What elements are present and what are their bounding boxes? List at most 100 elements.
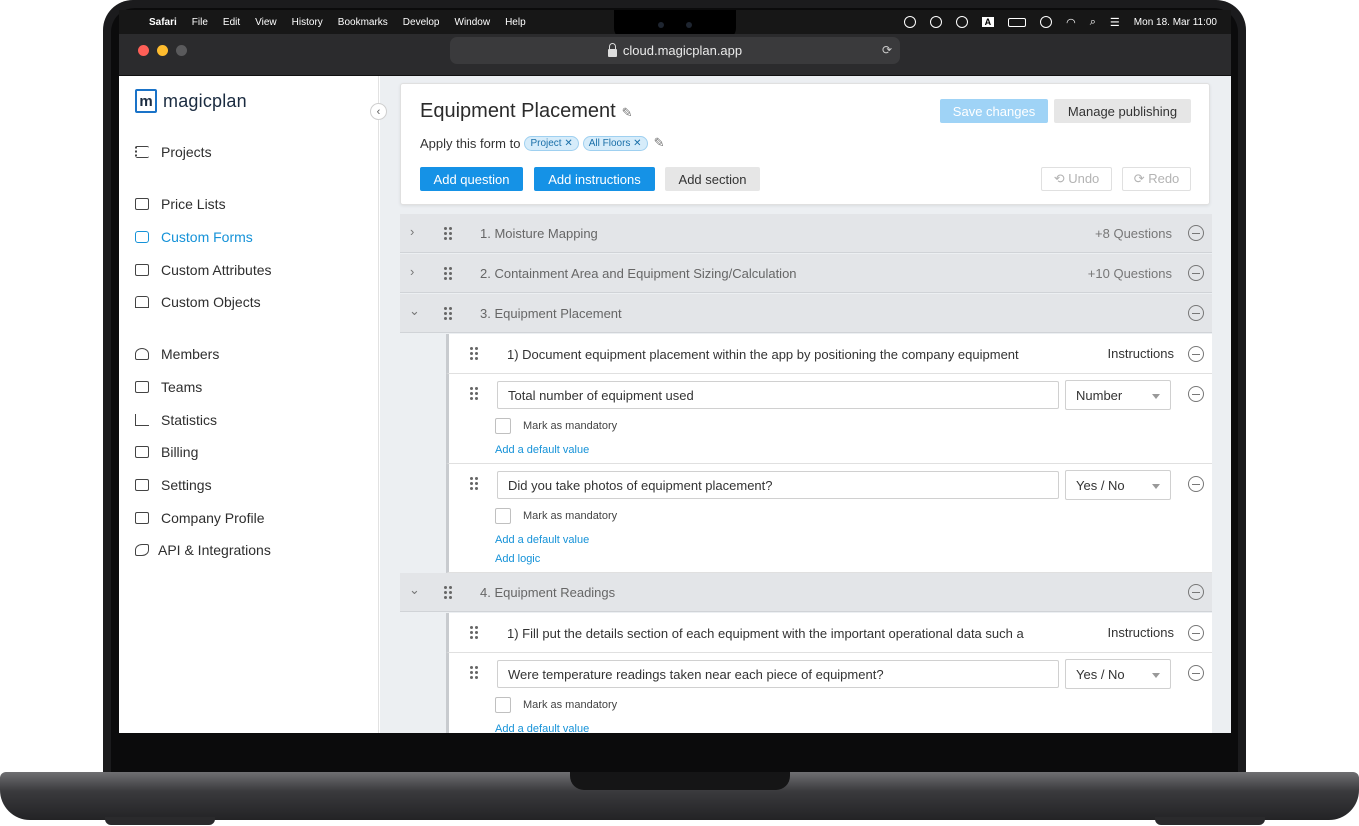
menu-bookmarks[interactable]: Bookmarks	[338, 17, 388, 28]
chip-all-floors[interactable]: All Floors ✕	[582, 135, 648, 151]
collapse-sidebar-button[interactable]: ‹	[370, 103, 387, 120]
drag-handle-icon[interactable]	[470, 666, 480, 680]
search-icon[interactable]: ⌕	[1090, 16, 1096, 29]
menu-view[interactable]: View	[255, 17, 277, 28]
sidebar-item-projects[interactable]: Projects	[135, 144, 212, 160]
instruction-row[interactable]: 1) Fill put the details section of each …	[446, 613, 1212, 653]
section-row[interactable]: ⌄ 3. Equipment Placement	[400, 294, 1212, 333]
drag-handle-icon[interactable]	[444, 227, 454, 241]
zoom-window-button[interactable]	[176, 45, 187, 56]
question-type-select[interactable]: Yes / No	[1065, 470, 1171, 500]
add-logic-link[interactable]: Add logic	[495, 553, 540, 565]
sidebar-item-members[interactable]: Members	[135, 346, 219, 362]
chevron-right-icon[interactable]: ›	[410, 224, 414, 239]
settings-icon	[135, 479, 149, 491]
drag-handle-icon[interactable]	[470, 347, 480, 361]
rocket-icon	[135, 544, 149, 556]
question-count: +10 Questions	[1087, 266, 1172, 281]
sidebar-item-teams[interactable]: Teams	[135, 379, 202, 395]
mandatory-label: Mark as mandatory	[523, 420, 618, 432]
close-window-button[interactable]	[138, 45, 149, 56]
question-type-select[interactable]: Number	[1065, 380, 1171, 410]
remove-icon[interactable]	[1188, 225, 1204, 241]
menu-window[interactable]: Window	[455, 17, 491, 28]
sidebar-item-statistics[interactable]: Statistics	[135, 412, 217, 428]
section-row[interactable]: › 2. Containment Area and Equipment Sizi…	[400, 254, 1212, 293]
sidebar-item-billing[interactable]: Billing	[135, 444, 198, 460]
play-icon[interactable]	[955, 16, 968, 28]
section-title: 2. Containment Area and Equipment Sizing…	[480, 266, 797, 281]
menu-edit[interactable]: Edit	[223, 17, 240, 28]
remove-icon[interactable]	[1188, 584, 1204, 600]
drag-handle-icon[interactable]	[444, 586, 454, 600]
control-center-icon[interactable]: ☰	[1110, 16, 1120, 29]
edit-scope-pencil-icon[interactable]: ✎	[654, 135, 665, 151]
menu-history[interactable]: History	[292, 17, 323, 28]
pencil-icon[interactable]: ✎	[622, 105, 633, 121]
remove-icon[interactable]	[1188, 346, 1204, 362]
reload-icon[interactable]: ⟳	[882, 43, 892, 57]
question-type-select[interactable]: Yes / No	[1065, 659, 1171, 689]
address-bar[interactable]: cloud.magicplan.app ⟳	[450, 37, 900, 64]
save-changes-button[interactable]: Save changes	[940, 99, 1048, 123]
apply-form-row: Apply this form to Project ✕ All Floors …	[420, 135, 664, 151]
add-section-button[interactable]: Add section	[665, 167, 760, 191]
remove-icon[interactable]	[1188, 625, 1204, 641]
drag-handle-icon[interactable]	[470, 626, 480, 640]
drag-handle-icon[interactable]	[470, 387, 480, 401]
mandatory-checkbox[interactable]	[495, 508, 511, 524]
caret-down-icon	[1152, 484, 1160, 489]
sidebar-item-custom-forms[interactable]: Custom Forms	[135, 229, 253, 245]
magicplan-app: m magicplan Projects Price Lists Custom …	[119, 76, 1231, 733]
clock[interactable]: Mon 18. Mar 11:00	[1134, 17, 1217, 28]
chip-project[interactable]: Project ✕	[524, 135, 579, 151]
redo-button[interactable]: ⟳ Redo	[1122, 167, 1191, 191]
add-instructions-button[interactable]: Add instructions	[534, 167, 655, 191]
menu-develop[interactable]: Develop	[403, 17, 440, 28]
remove-icon[interactable]	[1188, 305, 1204, 321]
add-default-value-link[interactable]: Add a default value	[495, 534, 589, 546]
sidebar-item-price-lists[interactable]: Price Lists	[135, 196, 226, 212]
remove-icon[interactable]	[1188, 665, 1204, 681]
add-default-value-link[interactable]: Add a default value	[495, 444, 589, 456]
onepassword-icon[interactable]	[929, 16, 942, 28]
keyboard-input-icon[interactable]: A	[981, 17, 995, 27]
magicplan-logo[interactable]: m magicplan	[135, 89, 247, 113]
mandatory-checkbox[interactable]	[495, 418, 511, 434]
question-text-input[interactable]: Did you take photos of equipment placeme…	[497, 471, 1059, 499]
question-text-input[interactable]: Were temperature readings taken near eac…	[497, 660, 1059, 688]
chevron-down-icon[interactable]: ⌄	[409, 582, 420, 598]
add-question-button[interactable]: Add question	[420, 167, 523, 191]
chevron-right-icon[interactable]: ›	[410, 264, 414, 279]
menu-help[interactable]: Help	[505, 17, 526, 28]
mandatory-checkbox[interactable]	[495, 697, 511, 713]
wifi-icon[interactable]: ◠	[1066, 16, 1076, 29]
menu-safari[interactable]: Safari	[149, 17, 177, 28]
question-count: +8 Questions	[1095, 226, 1172, 241]
remove-icon[interactable]	[1188, 476, 1204, 492]
remove-icon[interactable]	[1188, 265, 1204, 281]
sidebar-item-custom-objects[interactable]: Custom Objects	[135, 294, 261, 310]
menu-file[interactable]: File	[192, 17, 208, 28]
sidebar-item-api-integrations[interactable]: API & Integrations	[135, 542, 271, 558]
section-row[interactable]: › 1. Moisture Mapping +8 Questions	[400, 214, 1212, 253]
sidebar-item-settings[interactable]: Settings	[135, 477, 212, 493]
dropbox-icon[interactable]	[903, 16, 916, 28]
instruction-row[interactable]: 1) Document equipment placement within t…	[446, 334, 1212, 374]
add-default-value-link[interactable]: Add a default value	[495, 723, 589, 733]
sidebar-item-custom-attributes[interactable]: Custom Attributes	[135, 262, 272, 278]
question-text-input[interactable]: Total number of equipment used	[497, 381, 1059, 409]
chevron-down-icon[interactable]: ⌄	[409, 303, 420, 319]
battery-icon[interactable]	[1008, 17, 1027, 27]
remove-icon[interactable]	[1188, 386, 1204, 402]
drag-handle-icon[interactable]	[444, 307, 454, 321]
sidebar-item-company-profile[interactable]: Company Profile	[135, 510, 265, 526]
section-row[interactable]: ⌄ 4. Equipment Readings	[400, 573, 1212, 612]
minimize-window-button[interactable]	[157, 45, 168, 56]
manage-publishing-button[interactable]: Manage publishing	[1054, 99, 1191, 123]
team-icon	[135, 381, 149, 393]
undo-button[interactable]: ⟲ Undo	[1041, 167, 1112, 191]
drag-handle-icon[interactable]	[470, 477, 480, 491]
drag-handle-icon[interactable]	[444, 267, 454, 281]
user-icon[interactable]	[1040, 16, 1053, 28]
